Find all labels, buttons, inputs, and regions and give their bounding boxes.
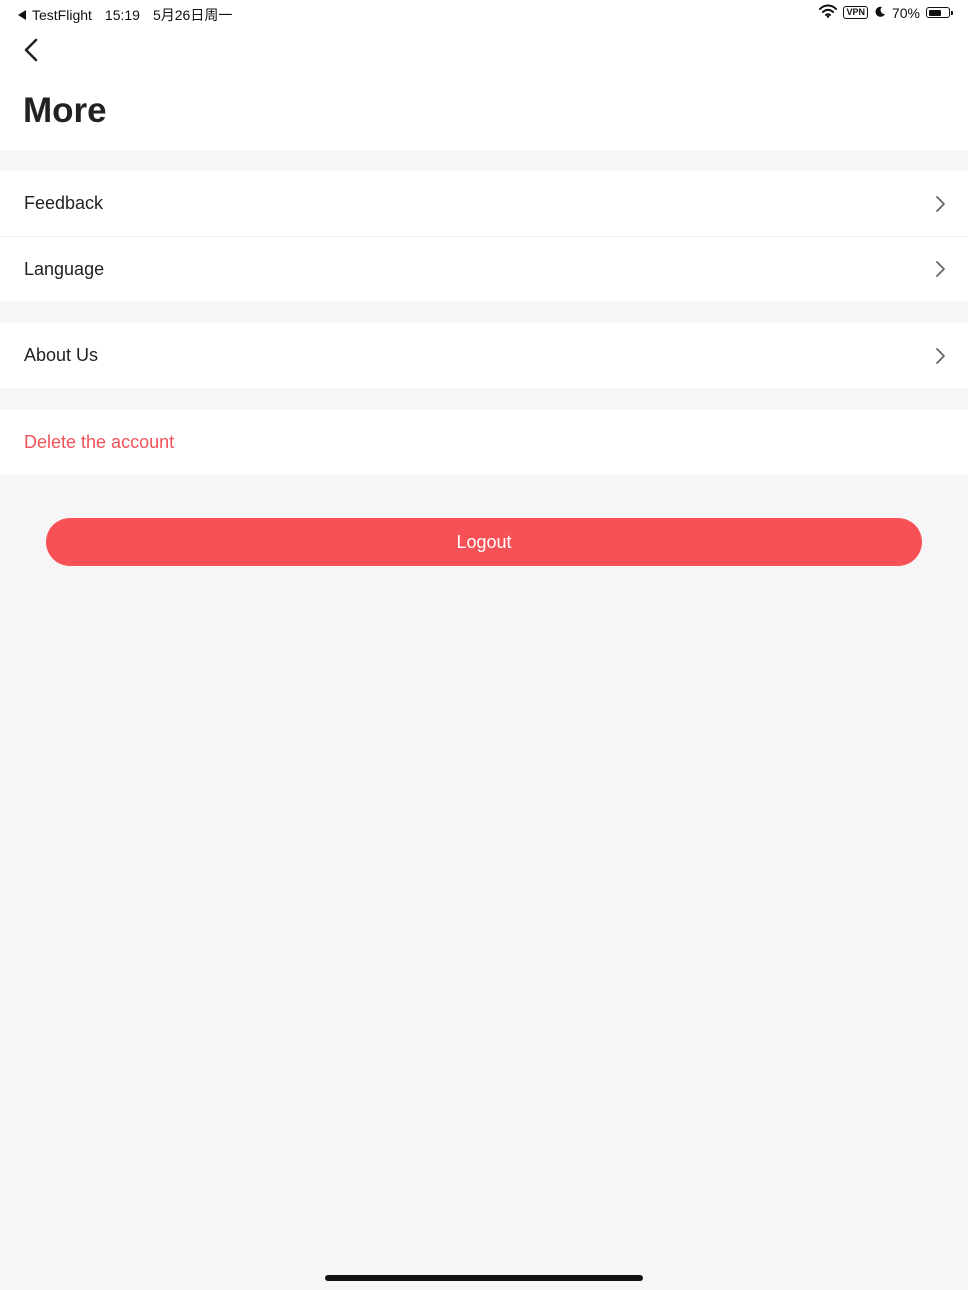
logout-button[interactable]: Logout <box>46 518 922 566</box>
menu-item-language[interactable]: Language <box>0 236 968 301</box>
status-left: TestFlight 15:19 5月26日周一 <box>18 5 232 25</box>
status-right: VPN 70% <box>819 4 953 21</box>
settings-group-about: About Us <box>0 323 968 388</box>
battery-fill <box>928 9 941 16</box>
menu-item-label: Language <box>24 258 105 279</box>
chevron-right-icon <box>936 195 945 212</box>
delete-account-button[interactable]: Delete the account <box>0 410 968 475</box>
page-title: More <box>23 91 107 130</box>
back-button[interactable] <box>16 34 46 66</box>
menu-item-about-us[interactable]: About Us <box>0 323 968 388</box>
chevron-right-icon <box>936 347 945 364</box>
menu-item-feedback[interactable]: Feedback <box>0 171 968 236</box>
menu-item-label: About Us <box>24 345 99 365</box>
back-to-app-icon[interactable] <box>18 10 26 20</box>
delete-account-label: Delete the account <box>24 432 175 452</box>
status-time: 15:19 <box>104 7 140 23</box>
battery-percent: 70% <box>891 4 920 21</box>
home-indicator[interactable] <box>325 1275 643 1281</box>
status-date: 5月26日周一 <box>152 7 233 23</box>
vpn-badge: VPN <box>843 6 868 19</box>
back-to-app-label[interactable]: TestFlight <box>32 7 92 23</box>
status-bar: TestFlight 15:19 5月26日周一 VPN 70% <box>0 0 968 26</box>
settings-group-danger: Delete the account <box>0 410 968 475</box>
moon-icon <box>874 5 886 21</box>
chevron-left-icon <box>24 38 38 62</box>
wifi-icon <box>819 4 838 21</box>
settings-group-primary: Feedback Language <box>0 171 968 301</box>
menu-item-label: Feedback <box>24 193 104 213</box>
chevron-right-icon <box>936 261 945 277</box>
battery-icon <box>926 7 953 18</box>
